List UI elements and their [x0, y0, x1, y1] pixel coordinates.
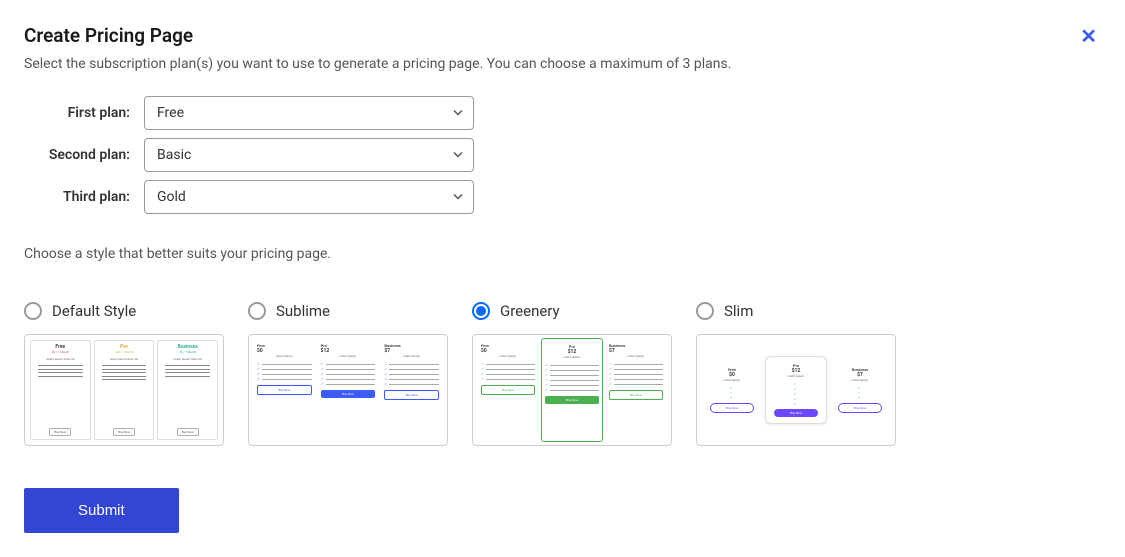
radio-slim[interactable]: [696, 302, 714, 320]
style-prompt: Choose a style that better suits your pr…: [24, 246, 1101, 262]
preview-slim: Free $0 lorem ipsum ✓ ✓ ✓ Buy Now Pro $1…: [696, 334, 896, 446]
radio-label-slim: Slim: [724, 302, 753, 320]
style-option-greenery[interactable]: Greenery: [472, 302, 672, 320]
submit-button[interactable]: Submit: [24, 488, 179, 533]
preview-greenery: Free $0 lorem ipsum ✓ ✓ ✓ ✓ Buy Now Pro …: [472, 334, 672, 446]
radio-label-sublime: Sublime: [276, 302, 330, 320]
second-plan-select[interactable]: Basic: [144, 138, 474, 172]
first-plan-select[interactable]: Free: [144, 96, 474, 130]
style-option-default[interactable]: Default Style: [24, 302, 224, 320]
radio-label-default: Default Style: [52, 302, 136, 320]
radio-default[interactable]: [24, 302, 42, 320]
style-option-sublime[interactable]: Sublime: [248, 302, 448, 320]
modal-title: Create Pricing Page: [24, 24, 193, 47]
radio-sublime[interactable]: [248, 302, 266, 320]
radio-label-greenery: Greenery: [500, 302, 560, 320]
first-plan-label: First plan:: [24, 105, 144, 121]
style-options: Default Style Free 0$ / 1 Month lorem ip…: [24, 302, 1101, 446]
third-plan-select[interactable]: Gold: [144, 180, 474, 214]
close-icon[interactable]: ✕: [1076, 24, 1101, 48]
style-option-slim[interactable]: Slim: [696, 302, 896, 320]
modal-description: Select the subscription plan(s) you want…: [24, 56, 1101, 72]
preview-default: Free 0$ / 1 Month lorem ipsum dolor sit …: [24, 334, 224, 446]
radio-greenery[interactable]: [472, 302, 490, 320]
second-plan-label: Second plan:: [24, 147, 144, 163]
third-plan-label: Third plan:: [24, 189, 144, 205]
preview-sublime: Free $0 lorem ipsum ✓ ✓ ✓ ✓ Buy Now Pro …: [248, 334, 448, 446]
